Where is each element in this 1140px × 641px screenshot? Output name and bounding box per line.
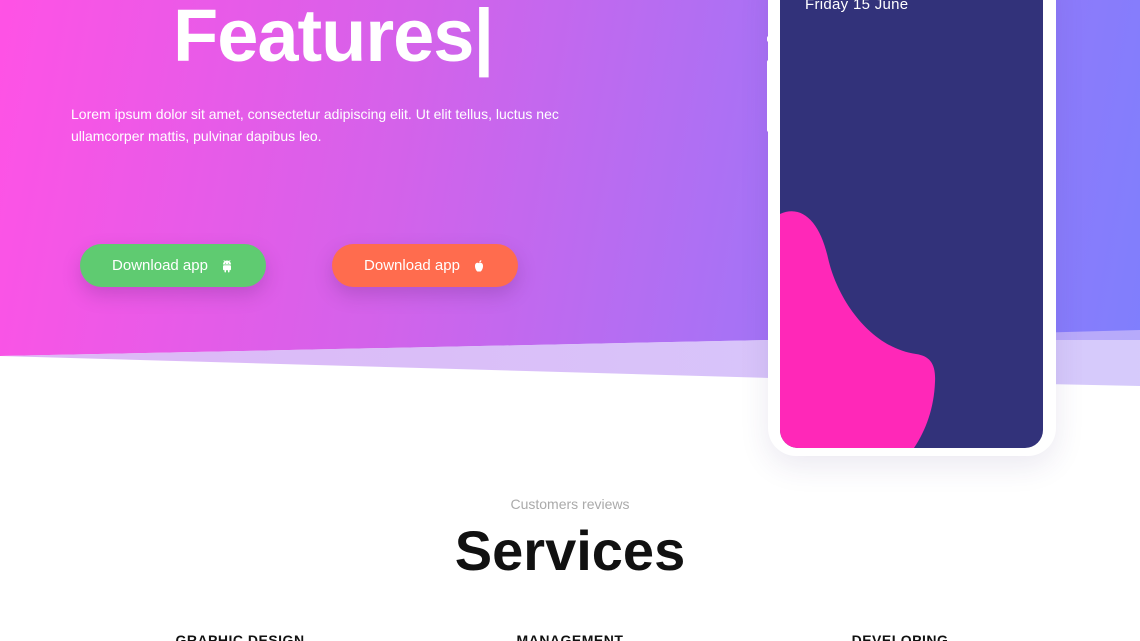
- phone-side-button: [767, 36, 771, 42]
- download-ios-label: Download app: [364, 257, 460, 274]
- phone-volume-button: [767, 60, 771, 132]
- screen-date: Friday 15 June: [805, 0, 909, 13]
- service-developing-title: DEVELOPING: [851, 632, 949, 641]
- phone-power-button: [1052, 58, 1056, 104]
- download-ios-button[interactable]: Download app: [332, 244, 518, 287]
- section-kicker: Customers reviews: [510, 496, 630, 512]
- download-android-label: Download app: [112, 257, 208, 274]
- android-icon: [220, 259, 234, 273]
- service-graphic-design-title: GRAPHIC DESIGN: [175, 632, 305, 641]
- apple-icon: [472, 259, 486, 273]
- phone-side-button: [1052, 36, 1056, 44]
- section-title: Services: [454, 519, 686, 582]
- phone-screen: Friday 15 June: [780, 0, 1043, 448]
- download-android-button[interactable]: Download app: [80, 244, 266, 287]
- hero-title: Features|: [173, 0, 494, 77]
- hero-description: Lorem ipsum dolor sit amet, consectetur …: [71, 106, 559, 144]
- screen-blob-shape: [780, 211, 936, 448]
- service-management-title: MANAGEMENT: [516, 632, 624, 641]
